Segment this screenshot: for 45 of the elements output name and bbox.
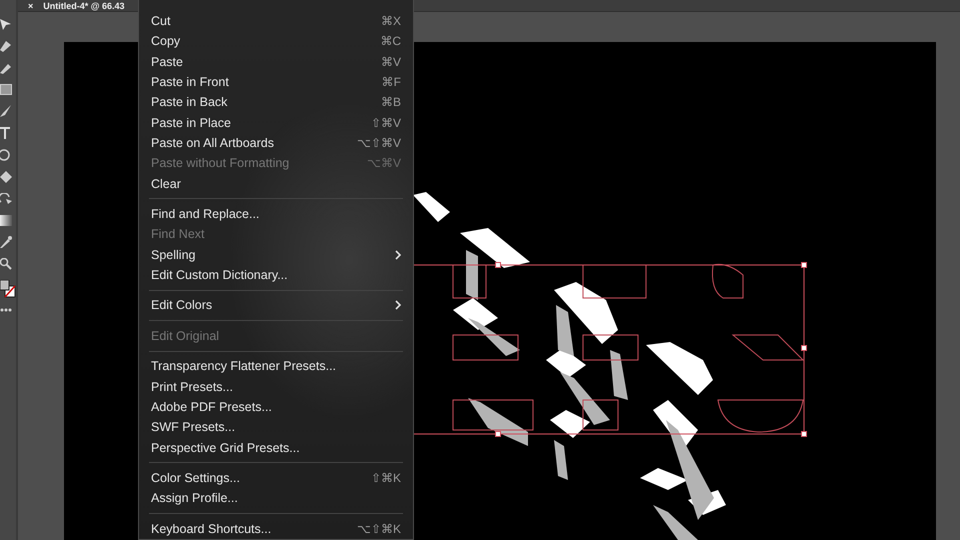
menu-item[interactable]: Clear	[139, 173, 413, 194]
menu-item[interactable]: SWF Presets...	[139, 417, 413, 438]
shortcut-label: ⌘C	[380, 34, 401, 48]
menu-item[interactable]: Color Settings... ⇧⌘K	[139, 468, 413, 488]
chevron-right-icon	[395, 250, 401, 260]
menu-item[interactable]: Keyboard Shortcuts... ⌥⇧⌘K	[139, 518, 413, 539]
rotate-tool-icon[interactable]	[0, 193, 12, 205]
menu-item[interactable]: Paste in Place ⇧⌘V	[139, 112, 413, 133]
menu-item[interactable]: Paste ⌘V	[139, 52, 413, 72]
menu-item[interactable]: Edit Custom Dictionary...	[139, 264, 413, 286]
shortcut-label: ⇧⌘V	[370, 116, 401, 130]
menu-item[interactable]: Spelling	[139, 244, 413, 265]
shortcut-label: ⌘B	[380, 95, 401, 110]
type-tool-icon[interactable]	[0, 127, 12, 139]
shortcut-label: ⌘F	[382, 75, 401, 90]
menu-item[interactable]: Paste in Front ⌘F	[139, 72, 413, 92]
menu-item[interactable]: Adobe PDF Presets...	[139, 396, 413, 418]
menu-item[interactable]: Copy ⌘C	[139, 31, 413, 52]
shortcut-label: ⌥⇧⌘V	[356, 136, 401, 150]
shortcut-label: ⌥⇧⌘K	[356, 522, 401, 536]
ellipse-tool-icon[interactable]	[0, 149, 12, 161]
close-tab-button[interactable]: ×	[28, 0, 34, 10]
shortcut-label: ⇧⌘K	[370, 471, 401, 486]
gradient-tool-icon[interactable]	[0, 215, 12, 226]
menu-item[interactable]: Assign Profile...	[139, 488, 413, 508]
shortcut-label: ⌘X	[380, 14, 401, 28]
chevron-right-icon	[395, 300, 401, 310]
zoom-tool-icon[interactable]	[0, 258, 12, 270]
menu-item[interactable]: Paste in Back ⌘B	[139, 92, 413, 112]
menu-item[interactable]: Transparency Flattener Presets...	[139, 356, 413, 376]
menu-item[interactable]: Find and Replace...	[139, 204, 413, 224]
selection-tool-icon[interactable]	[0, 18, 12, 30]
menu-item[interactable]: Cut ⌘X	[139, 11, 413, 32]
eyedropper-tool-icon[interactable]	[0, 236, 12, 248]
fill-stroke-swatch-icon[interactable]	[0, 280, 16, 298]
document-tab-title[interactable]: Untitled-4* @ 66.43	[43, 0, 125, 10]
pencil-tool-icon[interactable]	[0, 62, 12, 74]
menu-item[interactable]: Print Presets...	[139, 376, 413, 397]
shortcut-label: ⌥⌘V	[366, 156, 401, 170]
menu-item[interactable]: Perspective Grid Presets...	[139, 437, 413, 458]
brush-tool-icon[interactable]	[0, 105, 12, 117]
more-tools-icon[interactable]	[0, 308, 12, 312]
shortcut-label: ⌘V	[380, 54, 401, 69]
menu-item[interactable]: Edit Colors	[139, 295, 413, 316]
menu-item[interactable]: Paste on All Artboards ⌥⇧⌘V	[139, 132, 413, 154]
